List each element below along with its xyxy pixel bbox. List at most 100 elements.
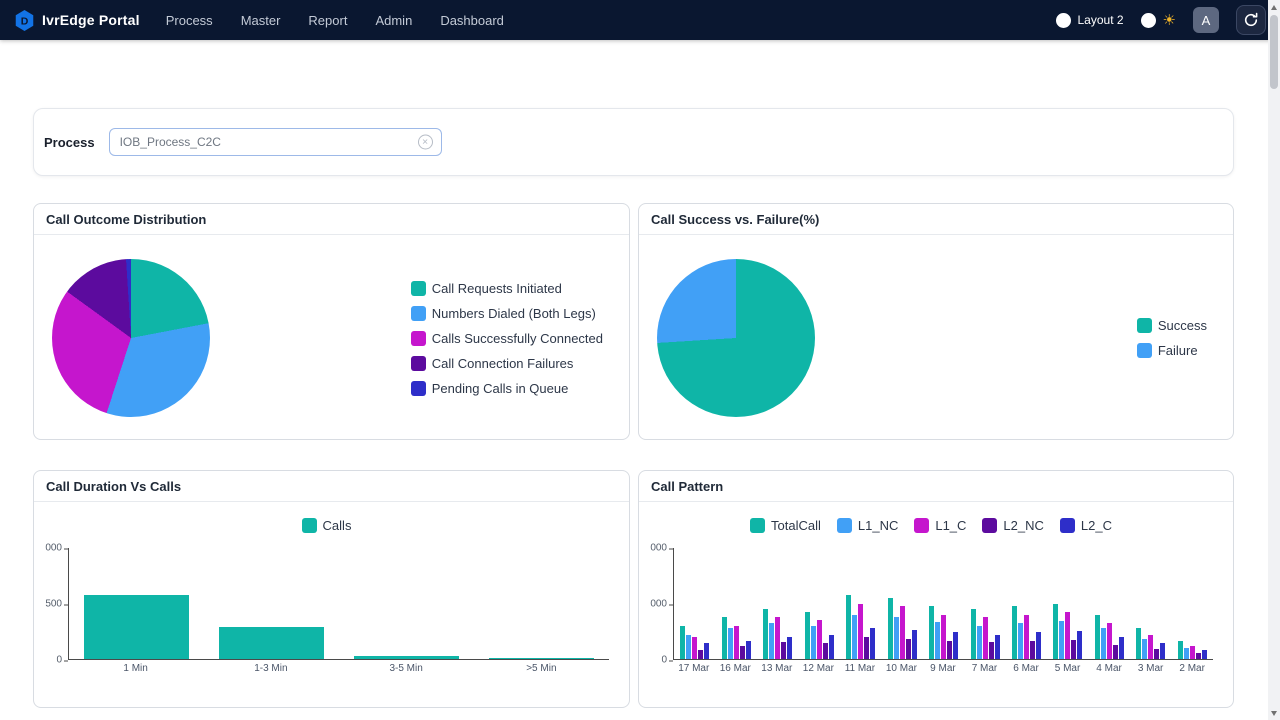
y-axis-tick: 0 [661,655,667,666]
scroll-down-arrow-icon[interactable] [1268,706,1280,720]
scrollbar[interactable] [1268,0,1280,720]
legend-label: Call Connection Failures [432,356,574,371]
bar-l2-nc [1113,645,1118,659]
x-axis-label: 9 Mar [922,663,964,674]
plot-area: 1 Min1-3 Min3-5 Min>5 Min [68,548,609,660]
legend-item[interactable]: L1_NC [837,518,898,533]
legend-label: L1_C [935,518,966,533]
legend-item[interactable]: Success [1137,318,1207,333]
nav-item-master[interactable]: Master [241,13,281,28]
legend-item[interactable]: L2_NC [982,518,1043,533]
legend-item[interactable]: Calls [302,518,352,533]
bar-group [923,548,964,659]
bar-group [798,548,839,659]
legend-item[interactable]: Numbers Dialed (Both Legs) [411,306,603,321]
legend-item[interactable]: L1_C [914,518,966,533]
bar-group [339,548,474,659]
bar-l2-c [1202,650,1207,659]
scrollbar-thumb[interactable] [1270,15,1278,89]
legend-label: Calls Successfully Connected [432,331,603,346]
chart-body: Success Failure [639,235,1233,440]
legend-item[interactable]: TotalCall [750,518,821,533]
chart-area: 0005000 1 Min1-3 Min3-5 Min>5 Min [38,548,609,660]
legend-swatch [982,518,997,533]
bar-l1-c [1024,615,1029,659]
legend-swatch [750,518,765,533]
bar-group [840,548,881,659]
legend-swatch [411,281,426,296]
bar-l1-nc [1184,648,1189,659]
bar-l2-nc [906,639,911,659]
legend-item[interactable]: Call Requests Initiated [411,281,603,296]
legend-item[interactable]: Pending Calls in Queue [411,381,603,396]
legend-swatch [1060,518,1075,533]
bar-totalcall [1012,606,1017,659]
svg-text:D: D [21,15,29,27]
bar-l2-nc [823,643,828,659]
layout-toggle[interactable]: Layout 2 [1056,13,1124,28]
bar-l1-nc [852,615,857,659]
scroll-up-arrow-icon[interactable] [1268,0,1280,14]
nav-item-process[interactable]: Process [166,13,213,28]
bar-l1-nc [769,623,774,659]
nav-item-dashboard[interactable]: Dashboard [440,13,504,28]
chart-area: 0000000 17 Mar16 Mar13 Mar12 Mar11 Mar10… [643,548,1213,660]
bar-l1-c [858,604,863,660]
y-axis-tick: 000 [650,599,667,610]
legend-item[interactable]: L2_C [1060,518,1112,533]
bar-l2-c [870,628,875,659]
nav-item-admin[interactable]: Admin [375,13,412,28]
bar-group [757,548,798,659]
layout-toggle-label: Layout 2 [1078,13,1124,27]
bar-l1-nc [811,626,816,659]
legend-label: Success [1158,318,1207,333]
y-axis-tick: 000 [650,543,667,554]
bar-l1-c [1190,646,1195,659]
legend-label: L2_C [1081,518,1112,533]
chart-title: Call Duration Vs Calls [34,471,629,502]
theme-toggle[interactable]: ☀ [1141,13,1176,28]
legend-item[interactable]: Calls Successfully Connected [411,331,603,346]
bar-totalcall [722,617,727,659]
bar-l1-nc [1018,623,1023,659]
legend-item[interactable]: Call Connection Failures [411,356,603,371]
x-axis-labels: 17 Mar16 Mar13 Mar12 Mar11 Mar10 Mar9 Ma… [673,659,1213,674]
refresh-button[interactable] [1236,5,1266,35]
bar-totalcall [929,606,934,659]
process-select[interactable]: IOB_Process_C2C ✕ [109,128,442,156]
bar-l1-c [983,617,988,659]
legend-label: Calls [323,518,352,533]
bar-l2-nc [947,641,952,659]
bar-group [69,548,204,659]
navbar-right: Layout 2 ☀ A [1056,5,1267,35]
brand[interactable]: D IvrEdge Portal [14,9,140,32]
legend-label: Call Requests Initiated [432,281,562,296]
legend-item[interactable]: Failure [1137,343,1207,358]
bar-l2-c [1119,637,1124,659]
chart-body: TotalCallL1_NCL1_CL2_NCL2_C 0000000 17 M… [639,502,1233,708]
chart-title: Call Pattern [639,471,1233,502]
nav-item-report[interactable]: Report [308,13,347,28]
avatar[interactable]: A [1193,7,1219,33]
chart-card-success-failure: Call Success vs. Failure(%) SuccessFailu… [638,203,1234,440]
x-axis-label: >5 Min [474,663,609,674]
sun-icon: ☀ [1163,13,1176,28]
pie-chart [52,259,210,417]
legend-swatch [411,331,426,346]
bar-l2-c [1077,631,1082,659]
x-axis-label: 3 Mar [1130,663,1172,674]
bar-l2-c [953,632,958,659]
chart-card-call-pattern: Call Pattern TotalCall L1_NC L1_C L2_NC L2_C… [638,470,1234,708]
legend-swatch [411,356,426,371]
bar-l2-c [995,635,1000,659]
bar-totalcall [1178,641,1183,659]
x-axis-label: 7 Mar [964,663,1006,674]
clear-selection-icon[interactable]: ✕ [418,135,433,150]
x-axis-labels: 1 Min1-3 Min3-5 Min>5 Min [68,659,609,674]
legend-label: L2_NC [1003,518,1043,533]
bar-group [474,548,609,659]
theme-toggle-knob [1141,13,1156,28]
bar-totalcall [846,595,851,659]
pie-chart [657,259,815,417]
bar-l1-nc [894,617,899,659]
